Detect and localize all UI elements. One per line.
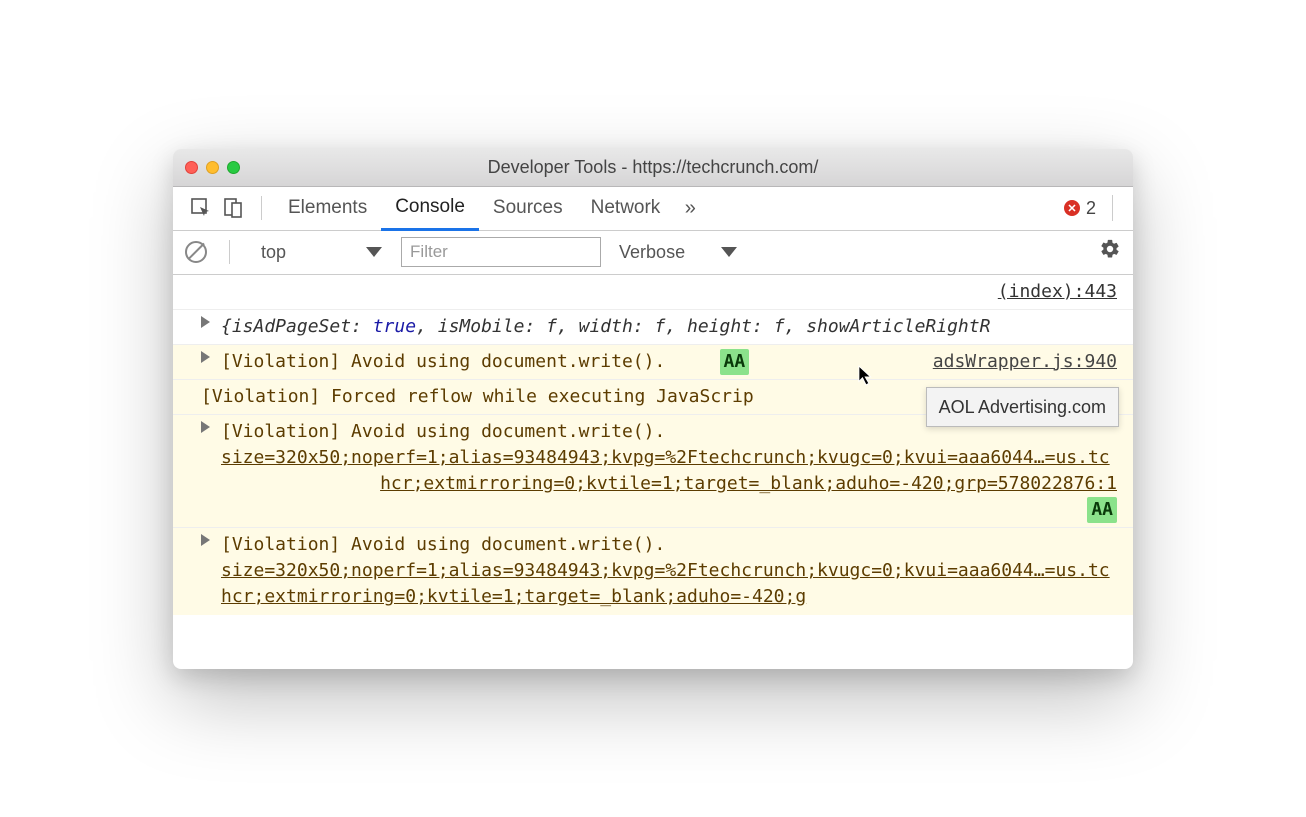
violation-text: [Violation] Forced reflow while executin… <box>201 386 754 407</box>
clear-console-icon[interactable] <box>185 241 207 263</box>
divider <box>261 196 262 220</box>
tab-elements[interactable]: Elements <box>274 186 381 230</box>
error-icon: ✕ <box>1064 200 1080 216</box>
divider <box>1112 195 1113 221</box>
chevron-down-icon <box>366 247 382 257</box>
error-count-value: 2 <box>1086 198 1096 219</box>
console-row-violation: [Violation] Avoid using document.write()… <box>173 528 1133 614</box>
tab-sources[interactable]: Sources <box>479 186 577 230</box>
filter-input[interactable]: Filter <box>401 237 601 267</box>
log-level-selector[interactable]: Verbose <box>611 238 745 267</box>
source-link[interactable]: (index):443 <box>998 281 1117 302</box>
console-source-line: (index):443 <box>173 275 1133 310</box>
inspect-element-icon[interactable] <box>185 192 217 224</box>
expand-icon[interactable] <box>201 421 210 433</box>
minimize-window-button[interactable] <box>206 161 219 174</box>
badge-tooltip: AOL Advertising.com <box>926 387 1119 427</box>
device-toolbar-icon[interactable] <box>217 192 249 224</box>
obj-true: true <box>373 316 416 337</box>
expand-icon[interactable] <box>201 351 210 363</box>
tab-bar: Elements Console Sources Network » ✕ 2 <box>173 187 1133 231</box>
third-party-badge[interactable]: AA <box>1087 497 1117 523</box>
expand-icon[interactable] <box>201 316 210 328</box>
console-toolbar: top Filter Verbose <box>173 231 1133 275</box>
violation-text: [Violation] Avoid using document.write()… <box>221 532 1117 558</box>
context-label: top <box>261 242 286 263</box>
more-tabs-button[interactable]: » <box>674 197 706 220</box>
close-window-button[interactable] <box>185 161 198 174</box>
window-title: Developer Tools - https://techcrunch.com… <box>173 157 1133 178</box>
tab-network[interactable]: Network <box>577 186 675 230</box>
obj-rest: , isMobile: f, width: f, height: f, show… <box>416 316 990 337</box>
error-count[interactable]: ✕ 2 <box>1064 195 1121 221</box>
titlebar: Developer Tools - https://techcrunch.com… <box>173 149 1133 187</box>
context-selector[interactable]: top <box>252 237 391 268</box>
traffic-lights <box>185 161 240 174</box>
level-label: Verbose <box>619 242 685 263</box>
filter-placeholder: Filter <box>410 242 448 262</box>
violation-detail-link[interactable]: size=320x50;noperf=1;alias=93484943;kvpg… <box>221 558 1117 610</box>
console-row-object: {isAdPageSet: true, isMobile: f, width: … <box>173 310 1133 345</box>
maximize-window-button[interactable] <box>227 161 240 174</box>
expand-icon[interactable] <box>201 534 210 546</box>
third-party-badge[interactable]: AA <box>720 349 750 375</box>
source-link[interactable]: adsWrapper.js:940 <box>933 349 1117 375</box>
violation-text: [Violation] Avoid using document.write()… <box>221 351 665 372</box>
chevron-down-icon <box>721 247 737 257</box>
divider <box>229 240 230 264</box>
console-row-violation: [Violation] Avoid using document.write()… <box>173 415 1133 528</box>
devtools-window: Developer Tools - https://techcrunch.com… <box>173 149 1133 669</box>
tab-console[interactable]: Console <box>381 187 479 231</box>
settings-icon[interactable] <box>1099 238 1121 266</box>
violation-detail-link[interactable]: size=320x50;noperf=1;alias=93484943;kvpg… <box>221 445 1117 497</box>
console-output: (index):443 {isAdPageSet: true, isMobile… <box>173 275 1133 669</box>
obj-prefix: {isAdPageSet: <box>221 316 373 337</box>
console-row-violation: adsWrapper.js:940 [Violation] Avoid usin… <box>173 345 1133 380</box>
